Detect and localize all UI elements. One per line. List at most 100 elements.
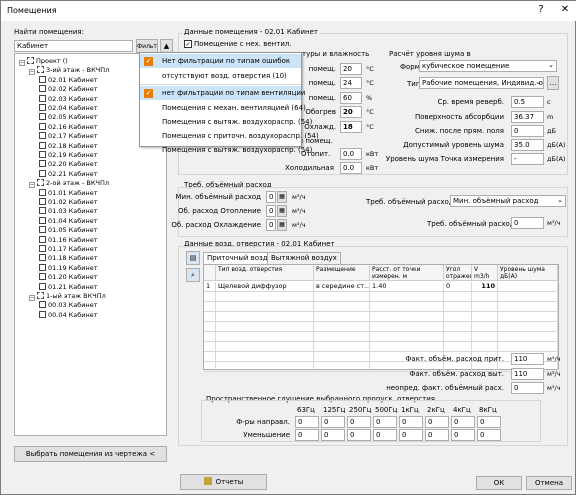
airflow-input[interactable]: 0 (266, 191, 276, 203)
attenuation-input[interactable]: 0 (399, 416, 423, 428)
grid-cell[interactable] (314, 302, 370, 312)
grid-cell[interactable] (498, 302, 558, 312)
grid-header[interactable]: Уровень шума дБ(A) (498, 265, 558, 281)
noise-param-input[interactable]: 35.0 (511, 139, 544, 151)
airflow-calc-icon[interactable]: ▦ (277, 219, 287, 231)
attenuation-input[interactable]: 0 (347, 416, 371, 428)
grid-cell[interactable] (472, 312, 498, 322)
attenuation-input[interactable]: 0 (425, 416, 449, 428)
grid-cell[interactable] (444, 332, 472, 342)
grid-cell[interactable] (204, 292, 216, 302)
cancel-button[interactable]: Отмена (526, 476, 572, 490)
collapse-floor-icon[interactable]: − (29, 182, 35, 189)
attenuation-input[interactable]: 0 (295, 416, 319, 428)
attenuation-input[interactable]: 0 (451, 416, 475, 428)
type-browse-button[interactable]: … (547, 76, 559, 90)
tree-item[interactable]: 02.01 Кабинет (39, 75, 98, 85)
grid-cell[interactable] (472, 292, 498, 302)
select-from-drawing-button[interactable]: Выбрать помещения из чертежа < (14, 446, 167, 462)
grid-cell[interactable] (472, 342, 498, 352)
attenuation-input[interactable]: 0 (425, 429, 449, 441)
grid-cell[interactable] (216, 312, 314, 322)
total-input[interactable]: 110 (511, 353, 544, 365)
grid-cell[interactable] (444, 342, 472, 352)
grid-cell[interactable] (498, 292, 558, 302)
grid-cell[interactable] (444, 292, 472, 302)
heat-input[interactable]: 0.0 (340, 148, 362, 160)
total-input[interactable]: 0 (511, 382, 544, 394)
form-select[interactable]: кубическое помещение ⌄ (419, 60, 557, 72)
tree-item[interactable]: 01.05 Кабинет (39, 226, 98, 235)
grid-cell[interactable] (216, 322, 314, 332)
collapse-button[interactable]: ▲ (160, 39, 173, 53)
grid-cell[interactable] (370, 342, 444, 352)
grid-cell[interactable] (498, 322, 558, 332)
collapse-project-icon[interactable]: − (19, 60, 25, 66)
grid-cell[interactable] (370, 332, 444, 342)
grid-cell[interactable]: 1 (204, 282, 216, 292)
grid-cell[interactable] (314, 332, 370, 342)
grid-header[interactable]: Размещение (314, 265, 370, 281)
attenuation-input[interactable]: 0 (373, 429, 397, 441)
tree-item[interactable]: 01.01 Кабинет (39, 188, 98, 198)
type-select[interactable]: Рабочие помещения, Индивид. офис ⌄ (419, 77, 544, 89)
grid-cell[interactable] (498, 312, 558, 322)
grid-cell[interactable] (216, 292, 314, 302)
tree-item[interactable]: 02.17 Кабинет (39, 132, 98, 141)
room-param-input[interactable]: 24 (340, 77, 362, 89)
grid-cell[interactable] (204, 302, 216, 312)
airflow-calc-icon[interactable]: ▦ (277, 205, 287, 217)
grid-cell[interactable] (444, 302, 472, 312)
noise-param-input[interactable]: 0.5 (511, 96, 544, 108)
attenuation-input[interactable]: 0 (321, 429, 345, 441)
grid-cell[interactable] (204, 332, 216, 342)
nonvent-checkbox[interactable]: ✓ Помещение с нех. вентил. (184, 40, 292, 48)
close-button[interactable]: ✕ (557, 4, 573, 15)
tree-item[interactable]: 01.19 Кабинет (39, 263, 98, 273)
filter-option[interactable]: Помещения с приточн. воздухораспр. (54) (140, 129, 319, 143)
grid-cell[interactable] (472, 302, 498, 312)
noise-param-input[interactable]: 36.37 (511, 111, 544, 123)
filter-option[interactable]: Помещения с вытяж. воздухораспр. (54) (140, 143, 312, 157)
grid-cell[interactable] (472, 322, 498, 332)
tree-item[interactable]: 01.18 Кабинет (39, 254, 98, 263)
noise-param-input[interactable]: - (511, 153, 544, 165)
tree-item[interactable]: 02.04 Кабинет (39, 104, 98, 113)
tree-item[interactable]: − 1-ый этаж ВКЧПл (29, 292, 106, 301)
filter-option[interactable]: Помещения с вытяж. воздухораспр. (54) (140, 115, 312, 129)
required-airflow-input[interactable]: 0 (511, 217, 544, 229)
grid-cell[interactable] (204, 342, 216, 352)
total-input[interactable]: 110 (511, 368, 544, 380)
attenuation-input[interactable]: 0 (321, 416, 345, 428)
grid-cell[interactable] (314, 322, 370, 332)
grid-cell[interactable] (370, 292, 444, 302)
grid-cell[interactable] (204, 312, 216, 322)
tab-exhaust[interactable]: Вытяжной воздух (267, 252, 341, 264)
filter-option[interactable]: ✓ Нет фильтрации по типам ошибок (140, 54, 301, 68)
tree-item[interactable]: 01.04 Кабинет (39, 216, 98, 226)
openings-grid[interactable]: Тип возд. отверстия Размещение Расст. от т… (203, 264, 559, 372)
grid-cell[interactable] (216, 302, 314, 312)
grid-header[interactable]: Тип возд. отверстия (216, 265, 314, 281)
attenuation-input[interactable]: 0 (477, 429, 501, 441)
room-param-input[interactable]: 20 (340, 106, 362, 118)
tree-item[interactable]: 02.18 Кабинет (39, 141, 98, 151)
room-param-input[interactable]: 60 (340, 92, 362, 104)
attenuation-input[interactable]: 0 (347, 429, 371, 441)
collapse-floor-icon[interactable]: − (29, 295, 35, 301)
ok-button[interactable]: ОК (476, 476, 522, 490)
tree-item[interactable]: 02.21 Кабинет (39, 169, 98, 179)
tree-item[interactable]: 01.16 Кабинет (39, 235, 98, 245)
filter-option[interactable]: ✓ нет фильтрации по типам вентиляции (140, 86, 306, 100)
grid-cell[interactable] (314, 352, 370, 362)
grid-cell[interactable] (216, 342, 314, 352)
grid-header[interactable]: Угол отражен. (444, 265, 472, 281)
grid-cell[interactable] (204, 322, 216, 332)
airflow-input[interactable]: 0 (266, 219, 276, 231)
collapse-floor-icon[interactable]: − (29, 69, 35, 76)
tree-item[interactable]: 02.16 Кабинет (39, 122, 98, 132)
help-button[interactable]: ? (533, 4, 549, 15)
cool-input[interactable]: 0.0 (340, 162, 362, 174)
grid-cell[interactable]: 0 (444, 282, 472, 292)
grid-cell[interactable] (498, 342, 558, 352)
